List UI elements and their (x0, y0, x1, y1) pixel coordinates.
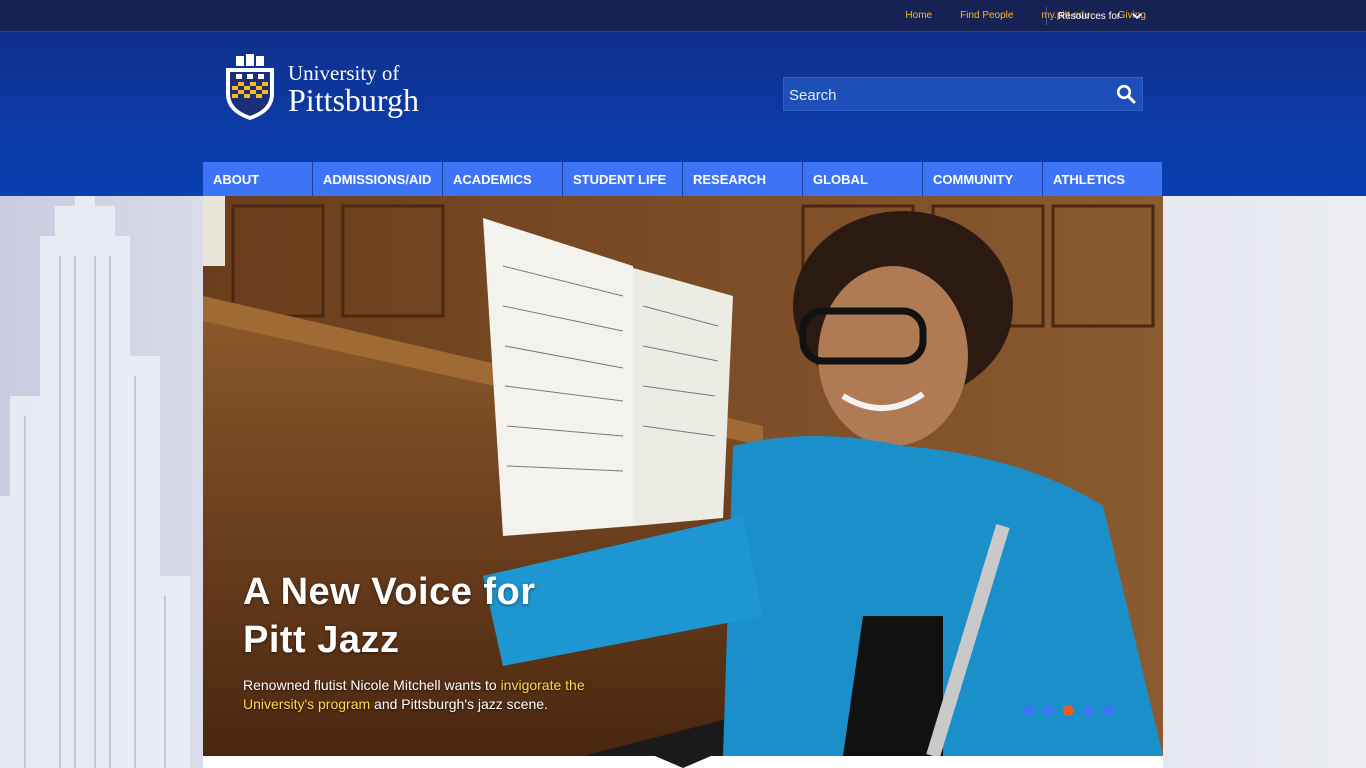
carousel-dot-2[interactable] (1043, 705, 1054, 716)
carousel-dot-5[interactable] (1103, 705, 1114, 716)
university-logo[interactable]: University of Pittsburgh (222, 54, 419, 122)
resources-for-dropdown[interactable]: Resources for (1046, 7, 1142, 25)
search-icon[interactable] (1116, 84, 1136, 104)
hero-title-line-1: A New Voice for (243, 571, 536, 613)
hero-title: A New Voice for Pitt Jazz (243, 568, 663, 664)
nav-item-admissions-aid[interactable]: ADMISSIONS/AID (313, 162, 443, 196)
cathedral-silhouette-image (0, 196, 190, 768)
hero-desc-after: and Pittsburgh's jazz scene. (370, 696, 548, 712)
nav-item-global[interactable]: GLOBAL (803, 162, 923, 196)
hero-title-line-2: Pitt Jazz (243, 619, 400, 661)
utility-link-find-people[interactable]: Find People (960, 10, 1013, 21)
logo-line-2: Pittsburgh (288, 82, 419, 118)
cathedral-background (0, 196, 203, 768)
chevron-down-icon (1132, 13, 1142, 20)
nav-item-research[interactable]: RESEARCH (683, 162, 803, 196)
carousel-dots (1023, 705, 1123, 716)
main-nav: ABOUT ADMISSIONS/AID ACADEMICS STUDENT L… (203, 162, 1162, 196)
hero-photo-image (203, 196, 1163, 756)
nav-item-community[interactable]: COMMUNITY (923, 162, 1043, 196)
nav-item-about[interactable]: ABOUT (203, 162, 313, 196)
logo-wordmark: University of Pittsburgh (288, 54, 419, 116)
university-shield-icon (226, 54, 274, 120)
notch-divider (655, 756, 711, 768)
carousel-dot-1[interactable] (1023, 705, 1034, 716)
utility-link-home[interactable]: Home (905, 10, 932, 21)
nav-item-athletics[interactable]: ATHLETICS (1043, 162, 1162, 196)
hero-carousel[interactable]: A New Voice for Pitt Jazz Renowned fluti… (203, 196, 1163, 756)
search-box (783, 77, 1143, 112)
nav-item-academics[interactable]: ACADEMICS (443, 162, 563, 196)
right-background (1163, 196, 1366, 768)
utility-bar: Home Find People my.pitt.edu Giving Reso… (0, 0, 1366, 32)
logo-line-1: University of (288, 61, 400, 85)
resources-for-label: Resources for (1058, 10, 1121, 22)
search-input[interactable] (784, 78, 1111, 112)
carousel-dot-4[interactable] (1083, 705, 1094, 716)
nav-item-student-life[interactable]: STUDENT LIFE (563, 162, 683, 196)
content-below-hero (203, 756, 1163, 768)
carousel-dot-3[interactable] (1063, 705, 1074, 716)
hero-desc-before: Renowned flutist Nicole Mitchell wants t… (243, 677, 501, 693)
hero-description: Renowned flutist Nicole Mitchell wants t… (243, 676, 623, 714)
